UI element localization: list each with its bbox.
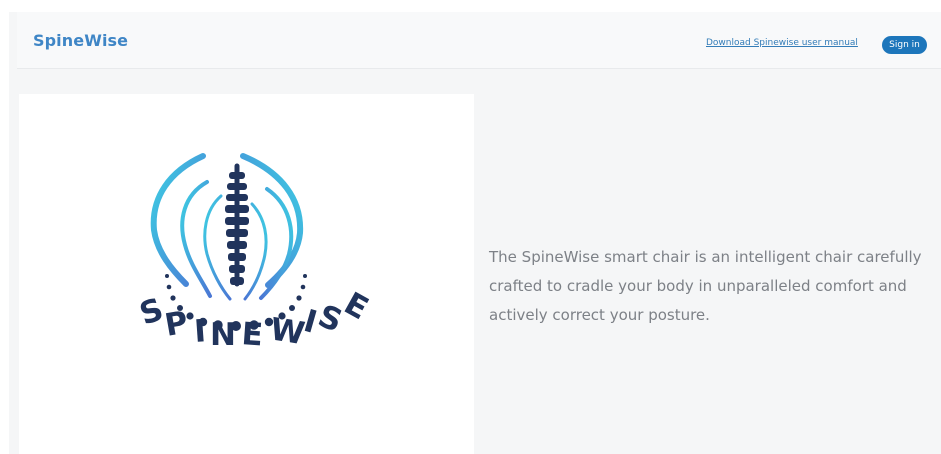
- hero-image-panel: S P I N E W I S E: [19, 94, 474, 454]
- spinewise-logo: S P I N E W I S E: [135, 153, 374, 353]
- logo-letter-p: P: [162, 304, 191, 343]
- sign-in-button[interactable]: Sign in: [882, 36, 927, 54]
- product-description: The SpineWise smart chair is an intellig…: [489, 248, 922, 324]
- logo-letter-e2: E: [338, 286, 374, 328]
- brand-link[interactable]: SpineWise: [33, 31, 128, 50]
- page: SpineWise Download Spinewise user manual…: [0, 0, 941, 454]
- logo-letter-e1: E: [240, 316, 264, 353]
- logo-letter-n: N: [210, 317, 236, 353]
- top-navbar: SpineWise Download Spinewise user manual…: [17, 12, 941, 69]
- download-manual-link[interactable]: Download Spinewise user manual: [706, 38, 858, 48]
